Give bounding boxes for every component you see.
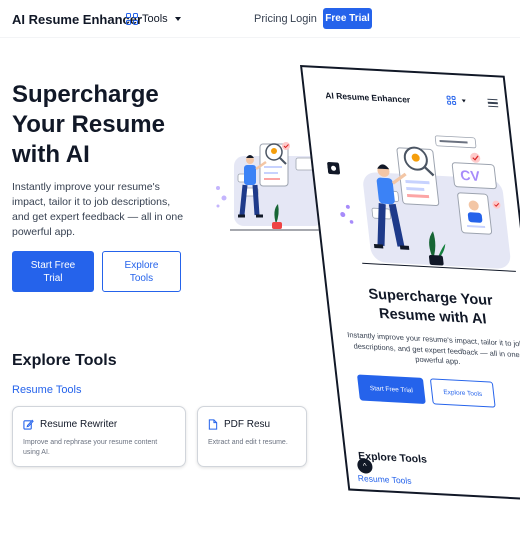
- grid-icon: [126, 13, 138, 25]
- explore-tools-heading: Explore Tools: [12, 352, 117, 369]
- tools-dropdown[interactable]: Tools: [126, 11, 181, 27]
- header-divider: [0, 37, 520, 38]
- hero-title: Supercharge Your Resume with AI: [12, 81, 165, 168]
- mobile-hero-title: Supercharge Your Resume with AI: [367, 286, 494, 328]
- mobile-preview: AI Resume Enhancer CV Supercharge Your R…: [300, 65, 520, 502]
- chevron-down-icon: [174, 17, 181, 21]
- document-icon: [208, 419, 218, 430]
- free-trial-button[interactable]: Free Trial: [323, 8, 372, 29]
- brand-logo[interactable]: AI Resume Enhancer: [12, 12, 142, 27]
- cv-badge: CV: [459, 167, 481, 184]
- mobile-brand-logo[interactable]: AI Resume Enhancer: [325, 90, 411, 104]
- nav-login-link[interactable]: Login: [290, 13, 317, 25]
- hamburger-menu-icon[interactable]: [487, 98, 499, 108]
- explore-tools-button[interactable]: Explore Tools: [102, 251, 181, 292]
- tool-card-title: Resume Rewriter: [40, 419, 118, 430]
- mobile-resume-tools-link[interactable]: Resume Tools: [357, 473, 412, 486]
- nav-pricing-link[interactable]: Pricing: [254, 13, 288, 25]
- grid-icon: [446, 95, 457, 106]
- mobile-hero-illustration: CV: [327, 135, 516, 272]
- mobile-hero-subtitle: Instantly improve your resume's impact, …: [346, 330, 520, 367]
- mobile-tools-dropdown[interactable]: [446, 95, 466, 106]
- resume-tools-link[interactable]: Resume Tools: [12, 384, 82, 396]
- hero-illustration: [216, 142, 324, 231]
- tool-card-title: PDF Resu: [224, 419, 271, 430]
- mobile-explore-tools-button[interactable]: Explore Tools: [429, 378, 496, 408]
- chevron-down-icon: [461, 99, 466, 103]
- start-free-trial-button[interactable]: Start Free Trial: [12, 251, 94, 292]
- hero-subtitle: Instantly improve your resume's impact, …: [12, 181, 184, 238]
- tool-card-description: Extract and edit t resume.: [208, 439, 288, 446]
- tools-label: Tools: [142, 13, 168, 25]
- tool-card-resume-rewriter[interactable]: Resume Rewriter Improve and rephrase you…: [12, 406, 186, 467]
- tool-card-pdf-resume[interactable]: PDF Resu Extract and edit t resume.: [197, 406, 307, 467]
- pencil-icon: [23, 419, 34, 430]
- mobile-start-free-trial-button[interactable]: Start Free Trial: [356, 374, 426, 404]
- tool-card-description: Improve and rephrase your resume content…: [23, 439, 158, 456]
